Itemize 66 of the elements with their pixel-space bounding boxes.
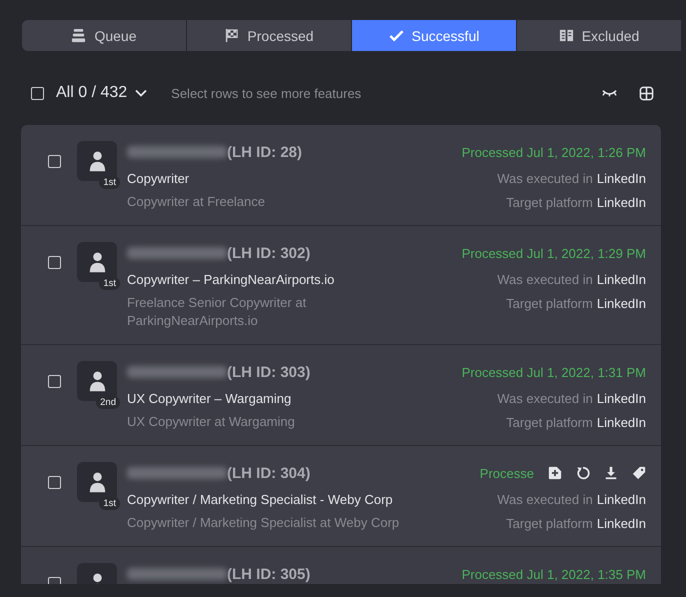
position-text: Freelance Senior Copywriter at ParkingNearAirports.io [127, 294, 308, 330]
hint-text: Select rows to see more features [171, 86, 362, 100]
connection-degree-badge: 1st [99, 277, 120, 290]
selection-dropdown[interactable]: All 0 / 432 [56, 84, 148, 102]
lh-id: (LH ID: 303) [227, 364, 310, 380]
target-label: Target platform [506, 516, 593, 531]
lh-id: (LH ID: 305) [227, 566, 310, 582]
lh-id: (LH ID: 302) [227, 244, 310, 262]
list-row[interactable]: (LH ID: 305) Processed Jul 1, 2022, 1:35 PM [21, 547, 661, 584]
tag-icon[interactable] [632, 466, 646, 480]
add-icon[interactable] [548, 466, 562, 480]
executed-label: Was executed in [497, 272, 593, 287]
download-icon[interactable] [604, 466, 618, 480]
lh-id: (LH ID: 28) [227, 144, 302, 160]
executed-platform: LinkedIn [596, 171, 646, 186]
person-icon [88, 150, 106, 172]
processed-date: Processed Jul 1, 2022, 1:31 PM [462, 364, 646, 380]
processed-date: Processed Jul 1, 2022, 1:35 PM [462, 566, 646, 582]
checkered-flag-icon [224, 28, 240, 43]
target-label: Target platform [506, 415, 593, 430]
tab[interactable]: Processed [187, 20, 351, 51]
person-icon [88, 471, 106, 493]
connection-degree-badge: 2nd [96, 396, 120, 409]
person-icon [88, 370, 106, 392]
target-platform: LinkedIn [596, 415, 646, 430]
executed-label: Was executed in [497, 171, 593, 186]
position-text: Copywriter at Freelance [127, 193, 266, 211]
position-text: Copywriter / Marketing Specialist at Weby Corp [127, 514, 400, 532]
processed-date: Processed Jul 1, 2022, 1:29 PM [462, 246, 646, 260]
row-checkbox[interactable] [48, 155, 61, 168]
list-row[interactable]: 1st (LH ID: 28) Copywriter Copywriter at Freelance Processed Jul 1, 2022, 1:26 PM Was executed in LinkedIn Target platform LinkedIn [21, 125, 661, 226]
executed-label: Was executed in [497, 391, 593, 406]
person-icon [88, 251, 106, 273]
connection-degree-badge: 1st [99, 176, 120, 189]
headline: Copywriter / Marketing Specialist - Weby Corp [127, 492, 394, 508]
lh-id: (LH ID: 304) [227, 464, 310, 482]
stack-icon [71, 28, 86, 43]
target-platform: LinkedIn [596, 296, 646, 311]
refresh-icon[interactable] [576, 466, 590, 480]
row-checkbox[interactable] [48, 375, 61, 388]
row-checkbox[interactable] [48, 476, 61, 489]
select-all-checkbox[interactable] [31, 86, 44, 100]
list-row[interactable]: 1st (LH ID: 302) Copywriter – ParkingNearAirports.io Freelance Senior Copywriter at ParkingNearAirports.io Processed Jul 1, 2022, 1:29 PM Was executed in LinkedIn Target platform LinkedIn [21, 226, 661, 345]
executed-platform: LinkedIn [596, 492, 646, 507]
processed-date: Processe [480, 466, 534, 480]
check-icon [388, 28, 404, 43]
position-text: UX Copywriter at Wargaming [127, 413, 296, 431]
executed-label: Was executed in [497, 492, 593, 507]
grid-icon[interactable] [639, 86, 654, 100]
row-checkbox[interactable] [48, 256, 61, 269]
tab[interactable]: Excluded [517, 20, 681, 51]
tab[interactable]: Successful [352, 20, 516, 51]
book-icon [558, 28, 574, 43]
target-label: Target platform [506, 195, 593, 210]
connection-degree-badge: 1st [99, 497, 120, 510]
chevron-down-icon [135, 89, 148, 97]
tab[interactable]: Queue [22, 20, 186, 51]
headline: Copywriter – ParkingNearAirports.io [127, 272, 336, 288]
target-platform: LinkedIn [596, 516, 646, 531]
executed-platform: LinkedIn [596, 391, 646, 406]
executed-platform: LinkedIn [596, 272, 646, 287]
processed-date: Processed Jul 1, 2022, 1:26 PM [462, 144, 646, 160]
headline: Copywriter [127, 171, 190, 187]
target-platform: LinkedIn [596, 195, 646, 210]
headline: UX Copywriter – Wargaming [127, 391, 292, 407]
target-label: Target platform [506, 296, 593, 311]
